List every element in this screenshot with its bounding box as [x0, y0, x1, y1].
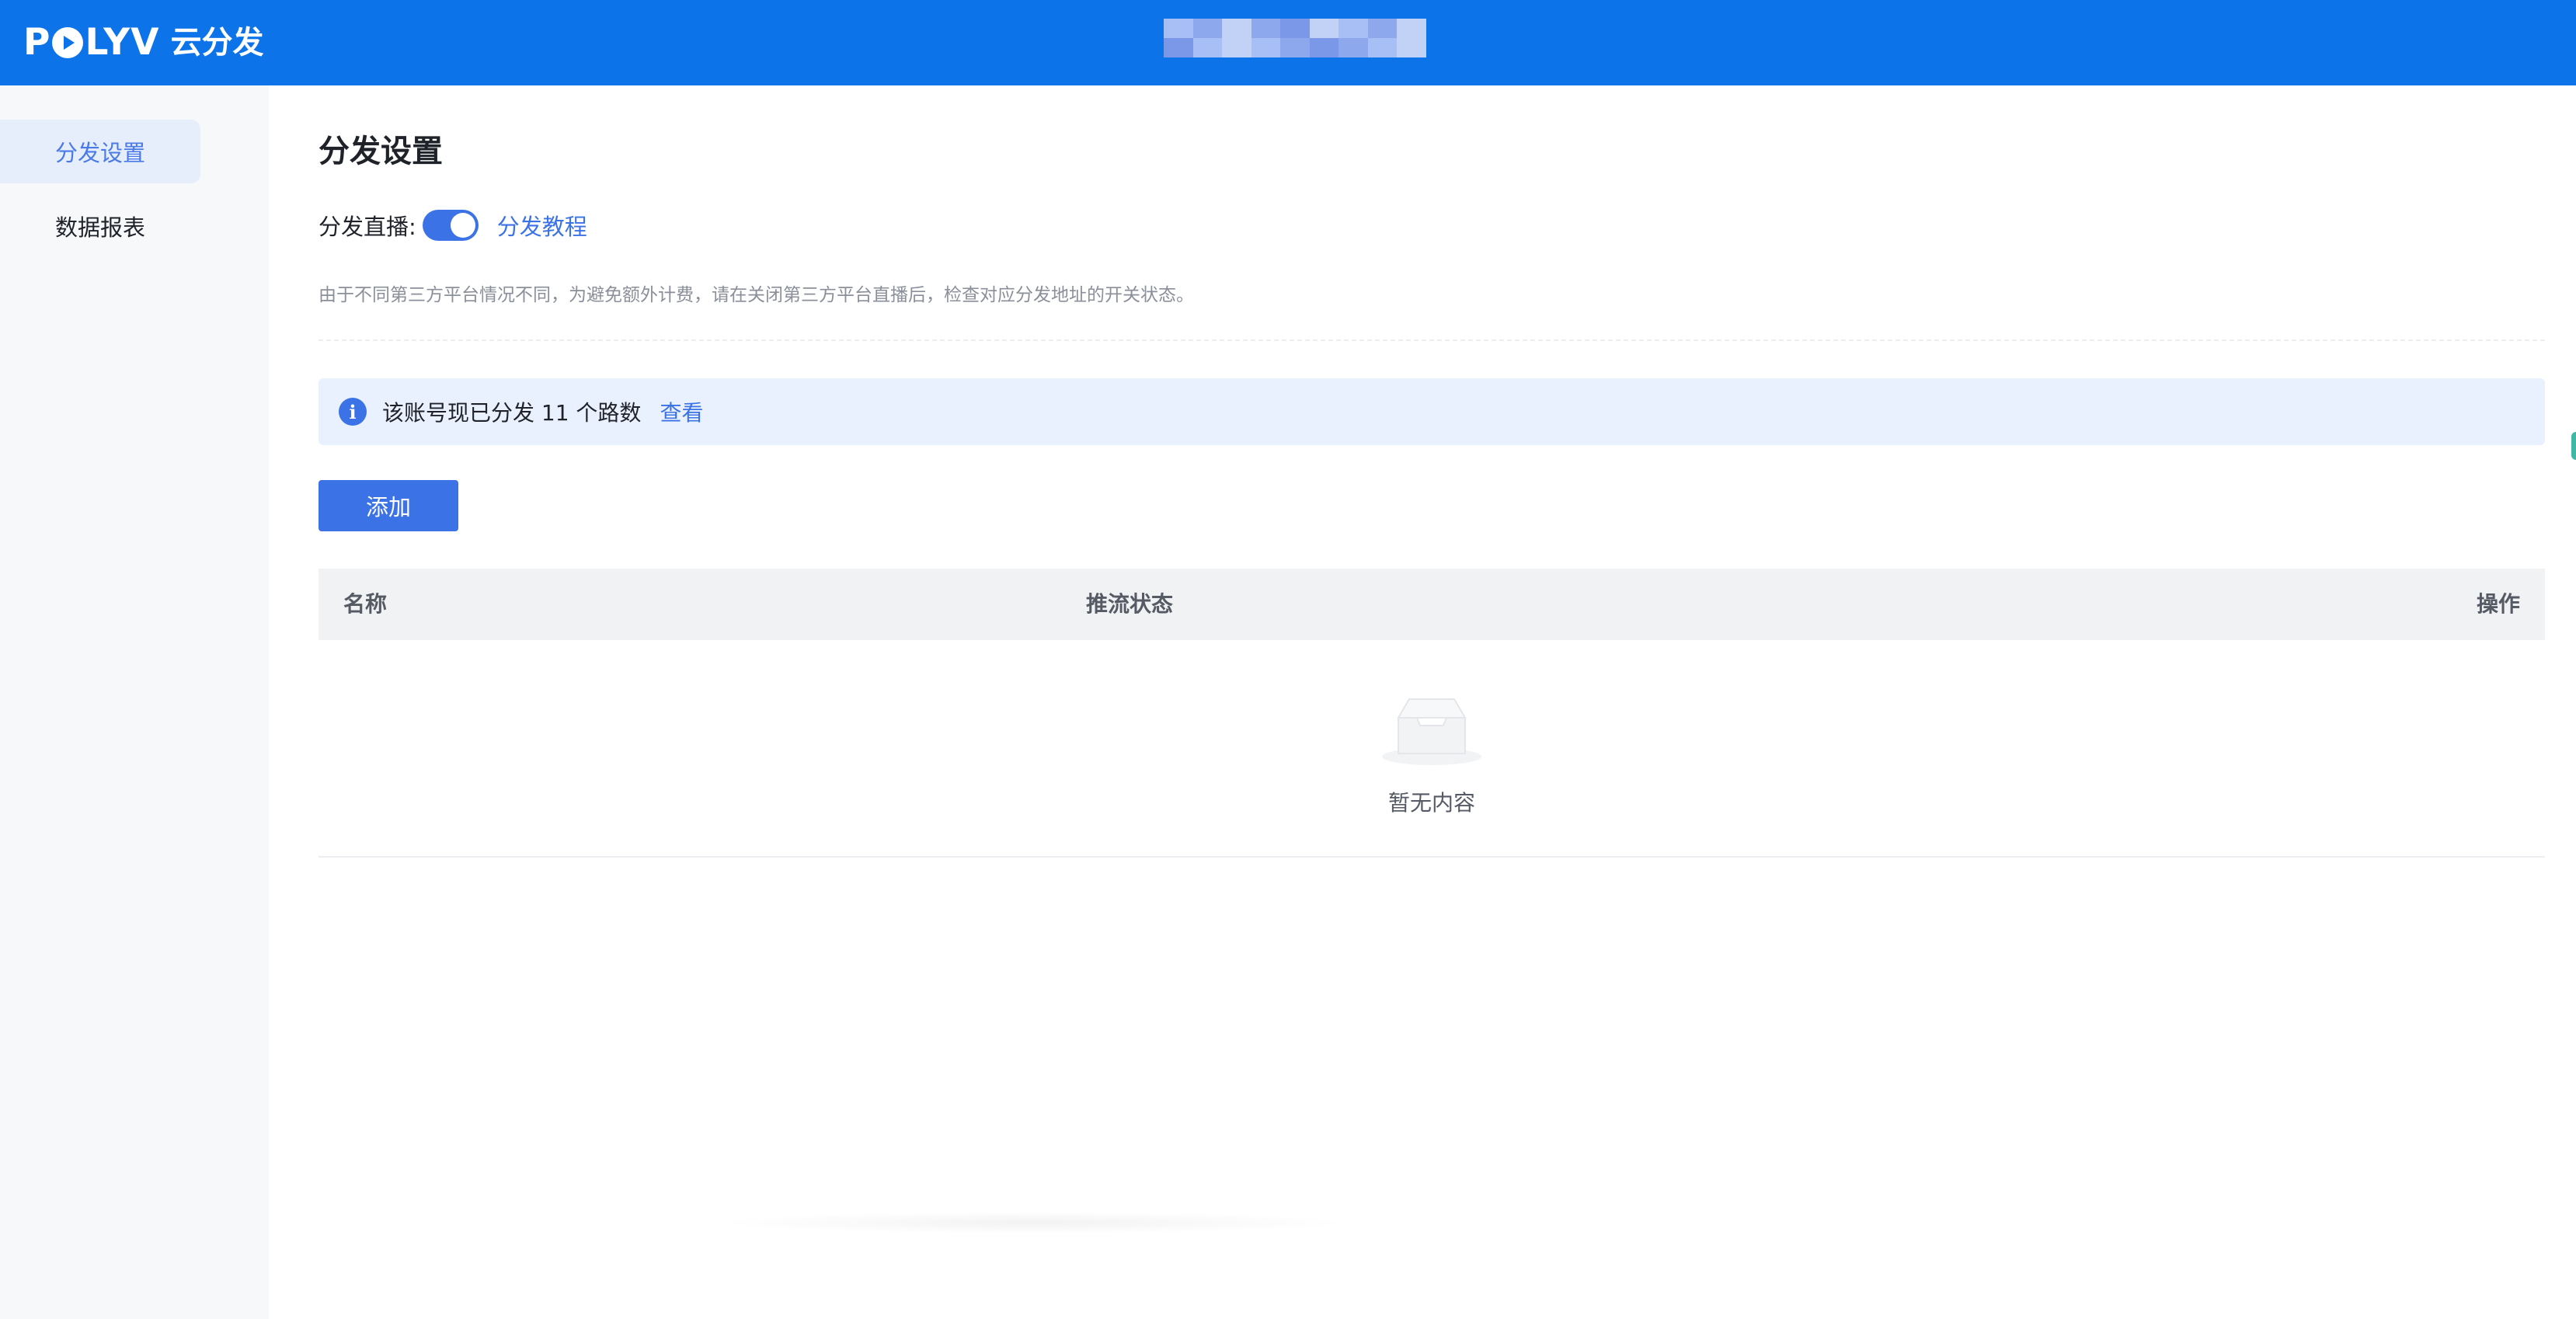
- page-title: 分发设置: [319, 134, 443, 169]
- sidebar-item-label: 分发设置: [54, 140, 145, 166]
- add-button[interactable]: 添加: [319, 480, 458, 531]
- live-distribution-label: 分发直播:: [319, 214, 416, 240]
- column-header-actions: 操作: [2476, 591, 2520, 617]
- user-info-redacted[interactable]: [1164, 19, 1426, 57]
- logo[interactable]: P LYV 云分发: [23, 21, 264, 64]
- empty-state-text: 暂无内容: [1387, 790, 1475, 816]
- sidebar-item-distribution-settings[interactable]: 分发设置: [0, 120, 200, 183]
- live-distribution-toggle[interactable]: [422, 210, 479, 241]
- main-content: 分发设置 分发直播: 分发教程 由于不同第三方平台情况不同，为避免额外计费，请在…: [269, 85, 2576, 1319]
- bottom-shadow: [715, 1212, 1352, 1234]
- brand-logo-mark: P LYV: [23, 21, 160, 64]
- empty-inbox-icon: [1382, 698, 1481, 765]
- column-header-push-status: 推流状态: [1086, 591, 1174, 617]
- sidebar: 分发设置 数据报表: [0, 85, 269, 1319]
- info-text: 该账号现已分发 11 个路数: [382, 400, 642, 426]
- tutorial-link[interactable]: 分发教程: [497, 209, 587, 242]
- sidebar-item-label: 数据报表: [54, 214, 145, 241]
- table-header: 名称 推流状态 操作: [319, 569, 2545, 640]
- side-widget-handle[interactable]: [2571, 432, 2576, 460]
- play-icon: [52, 27, 84, 58]
- live-distribution-row: 分发直播: 分发教程: [319, 207, 587, 244]
- info-icon: i: [339, 398, 367, 426]
- empty-state: 暂无内容: [319, 640, 2545, 858]
- billing-notice: 由于不同第三方平台情况不同，为避免额外计费，请在关闭第三方平台直播后，检查对应分…: [319, 285, 1194, 305]
- product-name: 云分发: [170, 25, 264, 61]
- top-bar: P LYV 云分发: [0, 0, 2576, 85]
- brand-letter-p: P: [23, 21, 51, 64]
- distribution-table: 名称 推流状态 操作 暂无内容: [319, 569, 2545, 858]
- brand-letters-lyv: LYV: [85, 21, 160, 64]
- view-link[interactable]: 查看: [660, 396, 703, 427]
- info-alert: i 该账号现已分发 11 个路数 查看: [319, 378, 2545, 445]
- divider: [319, 339, 2545, 341]
- column-header-name: 名称: [343, 591, 388, 617]
- sidebar-item-data-report[interactable]: 数据报表: [0, 194, 200, 258]
